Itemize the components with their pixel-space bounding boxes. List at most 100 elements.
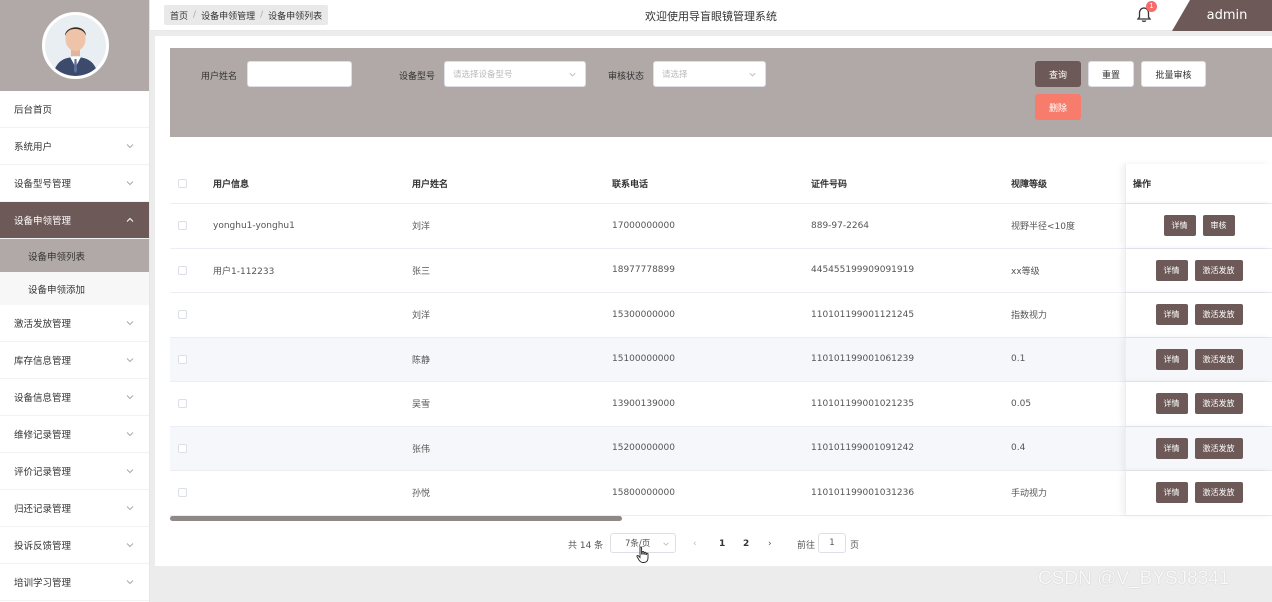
sidebar-subitem-1[interactable]: 设备申领添加 [0,272,149,305]
page-suffix: 页 [850,540,860,551]
select-all-checkbox[interactable] [178,179,187,188]
sidebar-item-5[interactable]: 库存信息管理 [0,342,149,379]
sidebar-item-2[interactable]: 设备型号管理 [0,165,149,202]
cell-name: 孙悦 [412,489,431,500]
chevron-down-icon [126,506,134,511]
page-1[interactable]: 1 [719,533,725,555]
column-header-actions: 操作 [1125,164,1272,203]
detail-button[interactable]: 详情 [1155,259,1188,281]
table-row[interactable]: 吴雪 13900139000 110101199001021235 0.05 详情 激活发… [170,382,1272,427]
chevron-down-icon [569,72,576,77]
sidebar-item-6[interactable]: 设备信息管理 [0,379,149,416]
sidebar-item-label: 归还记录管理 [14,504,72,515]
cell-info: 用户1-112233 [213,266,275,277]
table-row[interactable]: 用户1-112233 张三 18977778899 44545519990909191… [170,248,1272,293]
sidebar-item-label: 维修记录管理 [14,430,72,441]
sidebar-item-0[interactable]: 后台首页 [0,91,149,128]
row-checkbox[interactable] [178,221,187,231]
pagination-total: 共 14 条 [568,540,604,551]
prev-page-icon[interactable]: ‹ [693,533,697,555]
cell-level: 0.4 [1011,443,1026,454]
cell-actions: 详情 激活发放 [1125,471,1272,515]
sidebar-item-1[interactable]: 系统用户 [0,128,149,165]
review-button[interactable]: 审核 [1202,215,1235,237]
column-header-id: 证件号码 [811,180,848,190]
activate-issue-button[interactable]: 激活发放 [1194,304,1243,326]
activate-issue-button[interactable]: 激活发放 [1194,259,1243,281]
sidebar-item-label: 后台首页 [14,105,53,116]
model-select[interactable]: 请选择设备型号 [444,61,586,87]
avatar[interactable] [42,12,109,79]
table-row[interactable]: 刘洋 15300000000 110101199001121245 指数视力 详情 激活发… [170,293,1272,338]
reset-button[interactable]: 重置 [1088,61,1134,87]
batch-review-button[interactable]: 批量审核 [1141,61,1206,87]
horizontal-scrollbar[interactable] [170,516,622,521]
cell-name: 陈静 [412,355,431,366]
user-menu[interactable]: admin [1172,0,1272,31]
hand-cursor-icon [636,546,649,563]
cell-actions: 详情 激活发放 [1125,337,1272,381]
row-checkbox[interactable] [178,443,187,453]
delete-button[interactable]: 删除 [1035,94,1081,120]
sidebar-menu: 后台首页系统用户 设备型号管理设备申领管理设备申领列表 设备申领添加 激活发放管理 库存… [0,91,149,601]
cell-id: 110101199001061239 [811,354,915,365]
row-checkbox[interactable] [178,488,187,498]
detail-button[interactable]: 详情 [1163,215,1196,237]
query-button[interactable]: 查询 [1035,61,1081,87]
sidebar-item-3[interactable]: 设备申领管理 [0,202,149,239]
table-row[interactable]: 孙悦 15800000000 110101199001031236 手动视力 详情 激活发… [170,471,1272,516]
chevron-up-icon [126,217,134,222]
row-checkbox[interactable] [178,265,187,275]
sidebar: 后台首页系统用户 设备型号管理设备申领管理设备申领列表 设备申领添加 激活发放管理 库存… [0,0,150,602]
sidebar-item-label: 设备申领管理 [14,216,72,227]
page-2[interactable]: 2 [743,533,749,555]
next-page-icon[interactable]: › [768,533,772,555]
row-checkbox[interactable] [178,310,187,320]
sidebar-item-label: 设备信息管理 [14,393,72,404]
sidebar-item-7[interactable]: 维修记录管理 [0,416,149,453]
row-checkbox[interactable] [178,399,187,409]
status-select[interactable]: 请选择 [653,61,766,87]
detail-button[interactable]: 详情 [1155,437,1188,459]
column-header-level: 视障等级 [1011,180,1048,190]
sidebar-item-11[interactable]: 培训学习管理 [0,564,149,601]
row-select-cell [178,471,187,515]
pagination: 共 14 条 7条/页 ‹ 1 2 › 前往 1 页 [155,533,1272,555]
detail-button[interactable]: 详情 [1155,348,1188,370]
activate-issue-button[interactable]: 激活发放 [1194,393,1243,415]
detail-button[interactable]: 详情 [1155,482,1188,504]
breadcrumb-separator: / [260,10,264,20]
breadcrumb-separator: / [193,10,197,20]
breadcrumb-module[interactable]: 设备申领管理 [201,9,255,22]
breadcrumb-home[interactable]: 首页 [170,9,188,22]
sidebar-item-8[interactable]: 评价记录管理 [0,453,149,490]
column-header-phone: 联系电话 [612,180,649,190]
table-body: yonghu1-yonghu1 刘洋 17000000000 889-97-2264 视… [170,204,1272,516]
cell-phone: 13900139000 [612,398,675,409]
row-checkbox[interactable] [178,354,187,364]
table-row[interactable]: 陈静 15100000000 110101199001061239 0.1 详情 激活发放 [170,337,1272,382]
cell-id: 110101199001021235 [811,398,915,409]
table-header: 用户信息 用户姓名 联系电话 证件号码 视障等级 操作 [170,164,1272,204]
activate-issue-button[interactable]: 激活发放 [1194,348,1243,370]
table-row[interactable]: yonghu1-yonghu1 刘洋 17000000000 889-97-2264 视… [170,204,1272,249]
username-input[interactable] [247,61,352,87]
chevron-down-icon [126,321,134,326]
chevron-down-icon [126,543,134,548]
sidebar-item-9[interactable]: 归还记录管理 [0,490,149,527]
activate-issue-button[interactable]: 激活发放 [1194,437,1243,459]
detail-button[interactable]: 详情 [1155,304,1188,326]
column-header-info: 用户信息 [213,180,250,190]
activate-issue-button[interactable]: 激活发放 [1194,482,1243,504]
table-row[interactable]: 张伟 15200000000 110101199001091242 0.4 详情 激活发放 [170,426,1272,471]
main-content: 用户姓名 设备型号 请选择设备型号 审核状态 请选择 查询 重置 批量审核 删除… [155,36,1272,566]
cell-name: 吴雪 [412,400,431,411]
sidebar-subitem-0[interactable]: 设备申领列表 [0,239,149,272]
sidebar-item-4[interactable]: 激活发放管理 [0,305,149,342]
goto-page-input[interactable]: 1 [818,533,846,553]
breadcrumb: 首页 / 设备申领管理 / 设备申领列表 [164,5,329,25]
detail-button[interactable]: 详情 [1155,393,1188,415]
cell-phone: 15100000000 [612,354,675,365]
sidebar-item-10[interactable]: 投诉反馈管理 [0,527,149,564]
cell-actions: 详情 审核 [1125,204,1272,248]
